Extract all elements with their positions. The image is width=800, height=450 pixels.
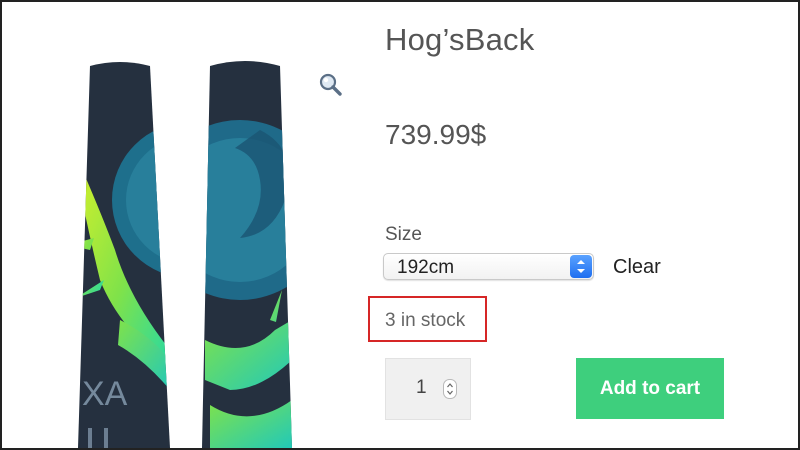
clear-link[interactable]: Clear [613,256,661,279]
size-select-value: 192cm [397,257,455,278]
select-arrows-icon [570,255,592,278]
price-decimal: .99 [431,119,471,150]
ski-graphic: XA [78,61,292,448]
svg-text:XA: XA [82,375,128,413]
stock-status: 3 in stock [385,310,466,331]
size-select[interactable]: 192cm [383,253,594,280]
size-label: Size [385,224,422,245]
price-whole: 739 [385,119,432,150]
quantity-value: 1 [416,377,427,398]
zoom-button[interactable] [318,72,344,98]
product-price: 739.99$ [385,119,486,151]
product-title: Hog’sBack [385,22,535,57]
add-to-cart-button[interactable]: Add to cart [576,358,724,419]
magnifier-icon [319,73,342,96]
product-image: XA [60,60,320,448]
price-currency: $ [470,119,487,150]
quantity-input[interactable]: 1 [385,358,471,420]
stepper-icon[interactable] [443,379,457,399]
